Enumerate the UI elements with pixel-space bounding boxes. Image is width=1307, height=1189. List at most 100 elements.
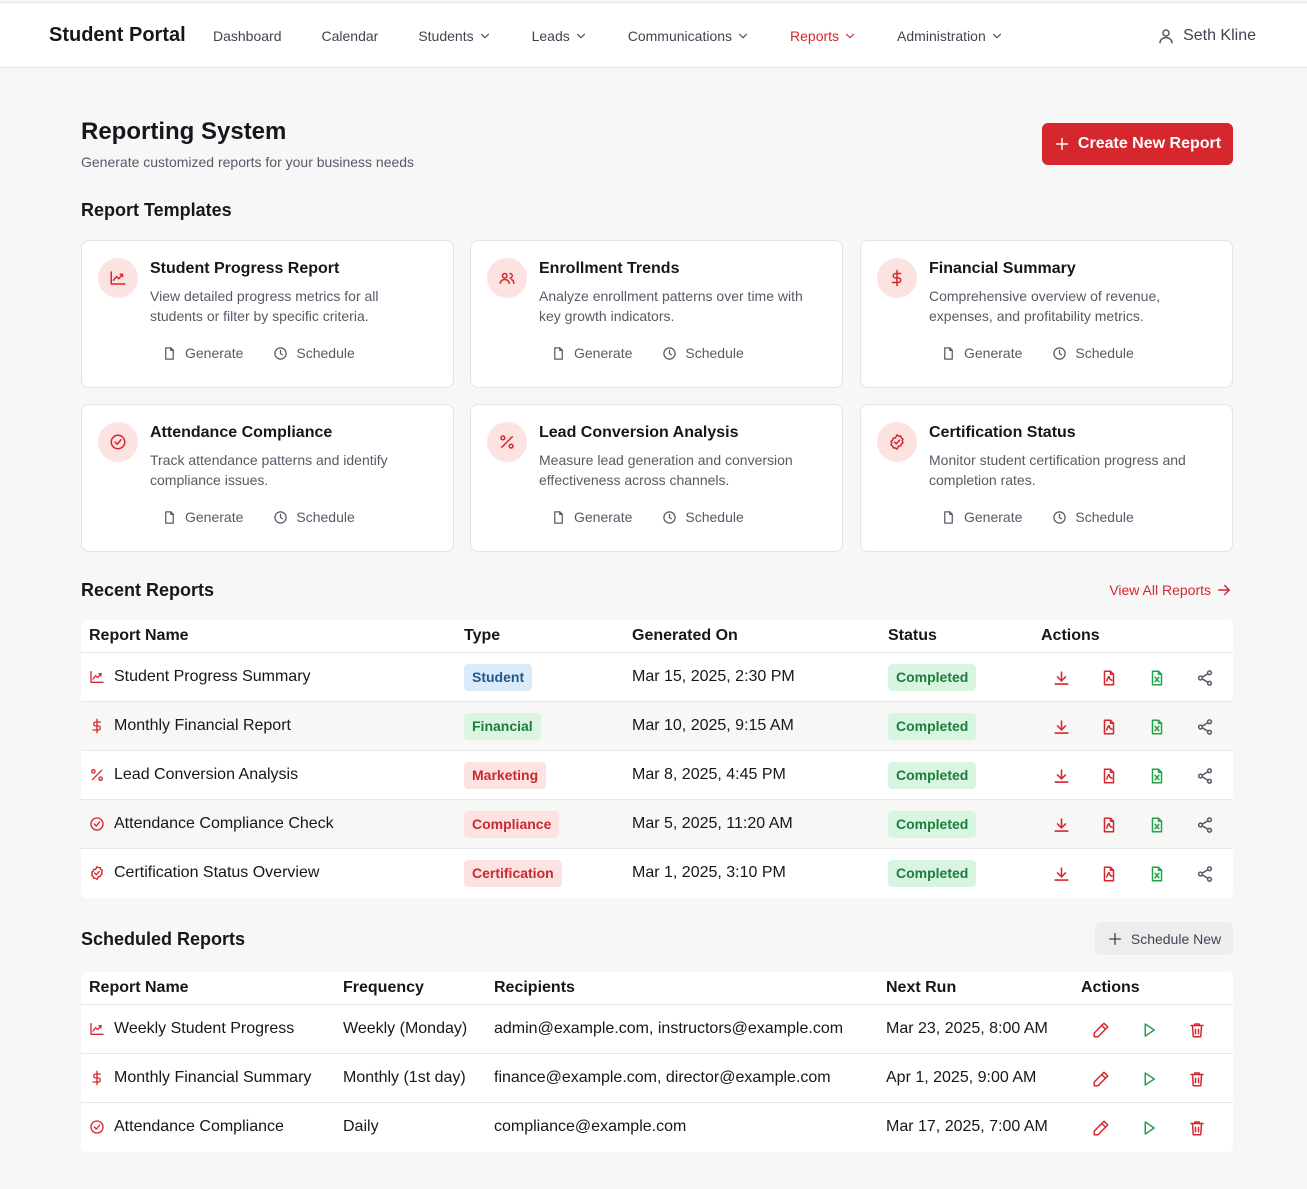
share-icon xyxy=(1197,866,1213,882)
report-name: Student Progress Summary xyxy=(114,668,311,685)
share-button[interactable] xyxy=(1195,766,1215,786)
export-pdf-button[interactable] xyxy=(1099,815,1119,835)
table-row[interactable]: Monthly Financial Report Financial Mar 10,… xyxy=(81,702,1233,751)
schedule-button[interactable]: Schedule xyxy=(662,509,744,525)
clock-icon xyxy=(663,346,677,360)
schedule-button[interactable]: Schedule xyxy=(662,345,744,361)
download-button[interactable] xyxy=(1051,717,1071,737)
template-icon-badge xyxy=(98,422,138,462)
export-excel-button[interactable] xyxy=(1147,864,1167,884)
report-name: Monthly Financial Summary xyxy=(114,1069,312,1086)
nav-item-calendar[interactable]: Calendar xyxy=(322,28,379,44)
nav-item-reports[interactable]: Reports xyxy=(790,28,857,44)
run-now-button[interactable] xyxy=(1139,1118,1159,1138)
share-icon xyxy=(1197,670,1213,686)
edit-button[interactable] xyxy=(1091,1020,1111,1040)
table-row[interactable]: Monthly Financial Summary Monthly (1st da… xyxy=(81,1054,1233,1103)
pdf-file-icon xyxy=(1103,670,1115,686)
run-now-button[interactable] xyxy=(1139,1020,1159,1040)
table-row[interactable]: Lead Conversion Analysis Marketing Mar 8, … xyxy=(81,751,1233,800)
generate-button[interactable]: Generate xyxy=(162,345,243,361)
excel-file-icon xyxy=(1151,719,1163,735)
nav-item-label: Students xyxy=(418,28,474,44)
nav-item-students[interactable]: Students xyxy=(418,28,491,44)
download-button[interactable] xyxy=(1051,766,1071,786)
check-circle-icon xyxy=(90,1120,104,1134)
clock-icon xyxy=(1053,346,1067,360)
run-now-button[interactable] xyxy=(1139,1069,1159,1089)
table-row[interactable]: Attendance Compliance Check Compliance Mar… xyxy=(81,800,1233,849)
table-row[interactable]: Weekly Student Progress Weekly (Monday) ad… xyxy=(81,1005,1233,1054)
export-pdf-button[interactable] xyxy=(1099,864,1119,884)
page-title: Reporting System xyxy=(81,118,287,145)
share-button[interactable] xyxy=(1195,864,1215,884)
schedule-button[interactable]: Schedule xyxy=(273,345,355,361)
template-title: Financial Summary xyxy=(929,260,1076,277)
chevron-down-icon xyxy=(845,33,855,39)
type-badge: Certification xyxy=(464,860,562,887)
generate-label: Generate xyxy=(964,509,1023,525)
chevron-down-icon xyxy=(738,33,748,39)
page-subtitle: Generate customized reports for your bus… xyxy=(81,154,415,170)
excel-file-icon xyxy=(1151,670,1163,686)
schedule-new-label: Schedule New xyxy=(1130,930,1222,947)
generate-button[interactable]: Generate xyxy=(551,345,632,361)
table-row[interactable]: Certification Status Overview Certificati… xyxy=(81,849,1233,898)
report-name-cell: Attendance Compliance xyxy=(89,1118,284,1136)
share-button[interactable] xyxy=(1195,717,1215,737)
frequency: Monthly (1st day) xyxy=(343,1069,466,1086)
generate-label: Generate xyxy=(185,345,244,361)
recent-reports-body: Student Progress Summary Student Mar 15, 2… xyxy=(81,653,1233,898)
schedule-new-button[interactable]: Schedule New xyxy=(1095,922,1233,955)
export-excel-button[interactable] xyxy=(1147,668,1167,688)
share-button[interactable] xyxy=(1195,668,1215,688)
clock-icon xyxy=(274,510,288,524)
schedule-button[interactable]: Schedule xyxy=(273,509,355,525)
export-excel-button[interactable] xyxy=(1147,815,1167,835)
generate-button[interactable]: Generate xyxy=(941,345,1022,361)
download-button[interactable] xyxy=(1051,668,1071,688)
export-excel-button[interactable] xyxy=(1147,766,1167,786)
report-name: Certification Status Overview xyxy=(114,864,320,881)
view-all-reports-link[interactable]: View All Reports xyxy=(1109,581,1233,599)
nav-item-administration[interactable]: Administration xyxy=(897,28,1004,44)
nav-item-communications[interactable]: Communications xyxy=(628,28,750,44)
check-circle-icon xyxy=(90,817,104,831)
download-button[interactable] xyxy=(1051,815,1071,835)
generate-button[interactable]: Generate xyxy=(551,509,632,525)
generated-on: Mar 10, 2025, 9:15 AM xyxy=(632,717,794,734)
delete-button[interactable] xyxy=(1187,1020,1207,1040)
export-pdf-button[interactable] xyxy=(1099,717,1119,737)
export-pdf-button[interactable] xyxy=(1099,766,1119,786)
schedule-button[interactable]: Schedule xyxy=(1052,509,1134,525)
template-description: Measure lead generation and conversion e… xyxy=(539,452,793,488)
report-name: Attendance Compliance xyxy=(114,1118,284,1135)
recipients: finance@example.com, director@example.co… xyxy=(494,1069,831,1086)
schedule-button[interactable]: Schedule xyxy=(1052,345,1134,361)
delete-button[interactable] xyxy=(1187,1069,1207,1089)
edit-button[interactable] xyxy=(1091,1069,1111,1089)
export-pdf-button[interactable] xyxy=(1099,668,1119,688)
generate-button[interactable]: Generate xyxy=(162,509,243,525)
create-new-report-button[interactable]: Create New Report xyxy=(1042,123,1233,165)
scheduled-reports-title: Scheduled Reports xyxy=(81,929,246,949)
download-button[interactable] xyxy=(1051,864,1071,884)
share-button[interactable] xyxy=(1195,815,1215,835)
template-actions: Generate Schedule xyxy=(941,509,1134,525)
nav-item-leads[interactable]: Leads xyxy=(532,28,588,44)
pencil-icon xyxy=(1093,1071,1109,1087)
report-name-cell: Student Progress Summary xyxy=(89,668,311,686)
nav-item-dashboard[interactable]: Dashboard xyxy=(213,28,282,44)
generate-label: Generate xyxy=(574,509,633,525)
column-header-report-name: Report Name xyxy=(89,979,189,996)
template-title: Enrollment Trends xyxy=(539,260,680,277)
table-row[interactable]: Student Progress Summary Student Mar 15, 2… xyxy=(81,653,1233,702)
edit-button[interactable] xyxy=(1091,1118,1111,1138)
export-excel-button[interactable] xyxy=(1147,717,1167,737)
table-row[interactable]: Attendance Compliance Daily compliance@exa… xyxy=(81,1103,1233,1152)
user-menu[interactable]: Seth Kline xyxy=(1157,27,1256,45)
delete-button[interactable] xyxy=(1187,1118,1207,1138)
generate-button[interactable]: Generate xyxy=(941,509,1022,525)
brand-logo[interactable]: Student Portal xyxy=(49,24,186,47)
download-icon xyxy=(1053,768,1069,783)
